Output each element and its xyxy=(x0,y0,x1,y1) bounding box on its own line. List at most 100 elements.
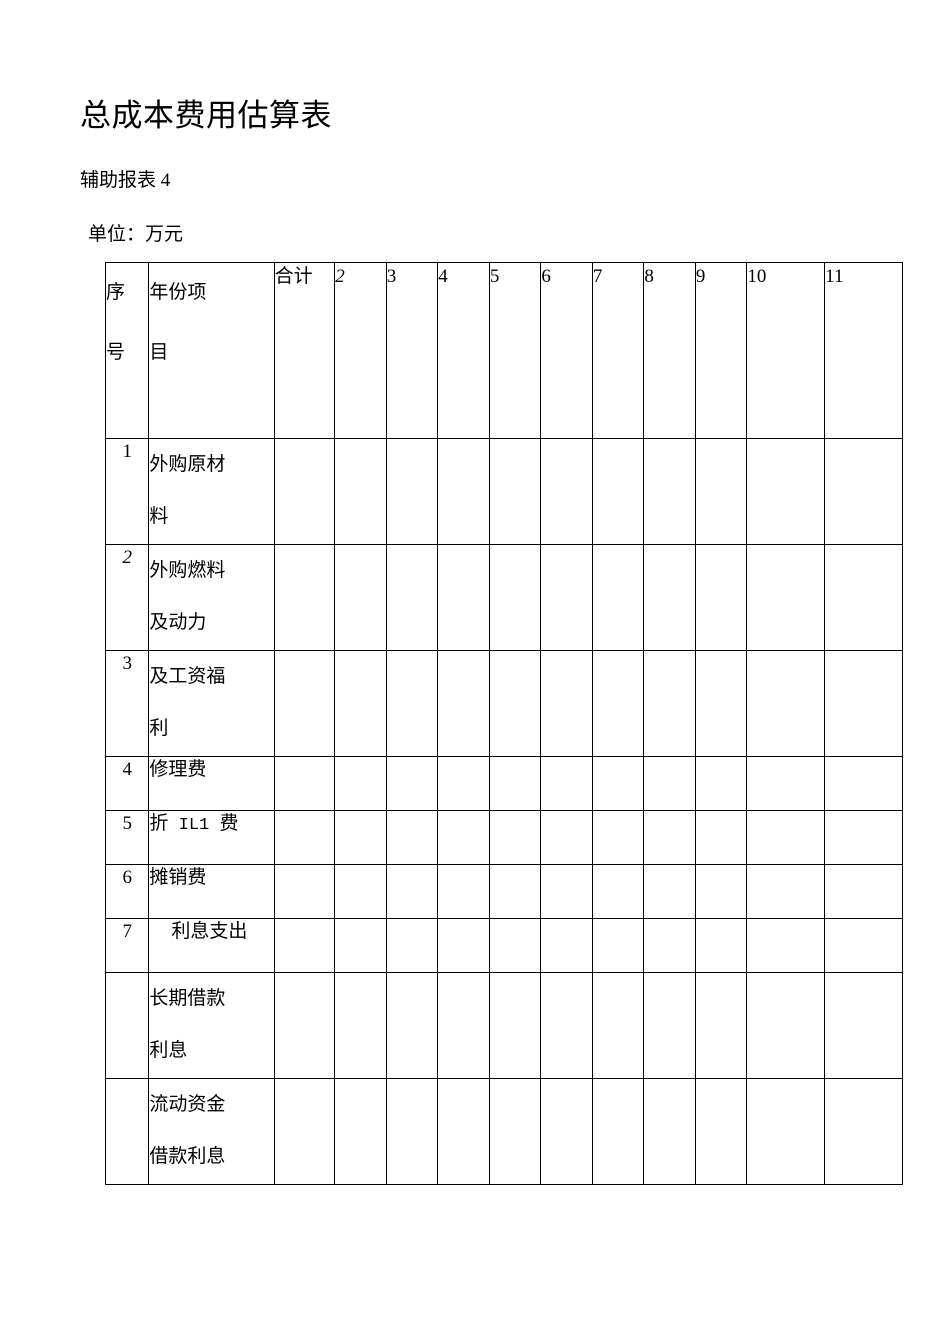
cell-value[interactable] xyxy=(273,1078,336,1185)
cell-value[interactable] xyxy=(385,756,439,811)
cell-value[interactable] xyxy=(591,1078,645,1185)
cell-value[interactable] xyxy=(273,918,336,973)
cell-value[interactable] xyxy=(385,438,439,545)
cell-value[interactable] xyxy=(488,864,542,919)
cell-value[interactable] xyxy=(824,650,903,757)
cell-value[interactable] xyxy=(643,544,696,651)
cell-value[interactable] xyxy=(385,810,439,865)
cell-value[interactable] xyxy=(540,810,593,865)
cell-value[interactable] xyxy=(643,810,696,865)
cell-value[interactable] xyxy=(540,756,593,811)
cell-value[interactable] xyxy=(746,918,826,973)
cell-value[interactable] xyxy=(746,650,826,757)
cell-value[interactable] xyxy=(334,1078,387,1185)
cell-value[interactable] xyxy=(385,972,439,1079)
cell-value[interactable] xyxy=(488,544,542,651)
table-row: 5折 IL1 费 xyxy=(104,810,903,865)
cell-value[interactable] xyxy=(334,438,387,545)
cell-value[interactable] xyxy=(488,438,542,545)
cell-value[interactable] xyxy=(385,650,439,757)
cell-value[interactable] xyxy=(746,810,826,865)
cell-value[interactable] xyxy=(824,756,903,811)
cell-value[interactable] xyxy=(334,864,387,919)
cell-value[interactable] xyxy=(824,918,903,973)
cell-value[interactable] xyxy=(488,810,542,865)
cell-value[interactable] xyxy=(273,810,336,865)
cell-value[interactable] xyxy=(694,810,748,865)
cell-value[interactable] xyxy=(488,650,542,757)
cell-value[interactable] xyxy=(591,972,645,1079)
cell-value[interactable] xyxy=(746,544,826,651)
cell-value[interactable] xyxy=(643,650,696,757)
cell-value[interactable] xyxy=(824,438,903,545)
cell-value[interactable] xyxy=(694,1078,748,1185)
cell-value[interactable] xyxy=(540,544,593,651)
cell-value[interactable] xyxy=(540,972,593,1079)
cell-value[interactable] xyxy=(824,810,903,865)
cell-value[interactable] xyxy=(540,650,593,757)
cell-value[interactable] xyxy=(694,864,748,919)
cell-value[interactable] xyxy=(273,864,336,919)
cell-value[interactable] xyxy=(437,756,490,811)
cell-value[interactable] xyxy=(643,864,696,919)
cell-value[interactable] xyxy=(591,864,645,919)
cell-value[interactable] xyxy=(334,918,387,973)
cell-value[interactable] xyxy=(824,544,903,651)
cell-value[interactable] xyxy=(334,756,387,811)
cell-value[interactable] xyxy=(385,918,439,973)
cell-value[interactable] xyxy=(540,918,593,973)
cell-value[interactable] xyxy=(591,438,645,545)
cell-value[interactable] xyxy=(334,972,387,1079)
cell-value[interactable] xyxy=(591,918,645,973)
cell-value[interactable] xyxy=(591,756,645,811)
cell-value[interactable] xyxy=(694,438,748,545)
cell-value[interactable] xyxy=(385,1078,439,1185)
cell-value[interactable] xyxy=(824,972,903,1079)
cell-value[interactable] xyxy=(488,1078,542,1185)
cell-value[interactable] xyxy=(437,650,490,757)
cell-value[interactable] xyxy=(824,1078,903,1185)
cell-value[interactable] xyxy=(437,1078,490,1185)
cell-value[interactable] xyxy=(437,544,490,651)
cell-value[interactable] xyxy=(540,438,593,545)
cell-value[interactable] xyxy=(488,972,542,1079)
cell-value[interactable] xyxy=(746,756,826,811)
cell-value[interactable] xyxy=(746,438,826,545)
cell-value[interactable] xyxy=(746,972,826,1079)
cell-value[interactable] xyxy=(385,544,439,651)
cell-value[interactable] xyxy=(540,864,593,919)
cell-value[interactable] xyxy=(273,544,336,651)
cell-value[interactable] xyxy=(488,918,542,973)
cell-value[interactable] xyxy=(694,972,748,1079)
cell-value[interactable] xyxy=(643,756,696,811)
cell-value[interactable] xyxy=(746,864,826,919)
cell-value[interactable] xyxy=(437,864,490,919)
cell-value[interactable] xyxy=(273,438,336,545)
cell-value[interactable] xyxy=(334,544,387,651)
cell-value[interactable] xyxy=(591,544,645,651)
cell-value[interactable] xyxy=(273,972,336,1079)
cell-value[interactable] xyxy=(540,1078,593,1185)
cell-value[interactable] xyxy=(488,756,542,811)
cell-value[interactable] xyxy=(437,972,490,1079)
cell-value[interactable] xyxy=(746,1078,826,1185)
cell-value[interactable] xyxy=(643,1078,696,1185)
cell-value[interactable] xyxy=(824,864,903,919)
cell-value[interactable] xyxy=(385,864,439,919)
cell-value[interactable] xyxy=(334,810,387,865)
cell-value[interactable] xyxy=(591,810,645,865)
cell-value[interactable] xyxy=(694,544,748,651)
cell-value[interactable] xyxy=(437,438,490,545)
cell-value[interactable] xyxy=(591,650,645,757)
cell-value[interactable] xyxy=(273,650,336,757)
cell-value[interactable] xyxy=(437,810,490,865)
cell-value[interactable] xyxy=(643,918,696,973)
cell-value[interactable] xyxy=(694,918,748,973)
cell-value[interactable] xyxy=(643,972,696,1079)
cell-value[interactable] xyxy=(437,918,490,973)
cell-value[interactable] xyxy=(273,756,336,811)
cell-value[interactable] xyxy=(643,438,696,545)
cell-value[interactable] xyxy=(334,650,387,757)
cell-value[interactable] xyxy=(694,756,748,811)
cell-value[interactable] xyxy=(694,650,748,757)
